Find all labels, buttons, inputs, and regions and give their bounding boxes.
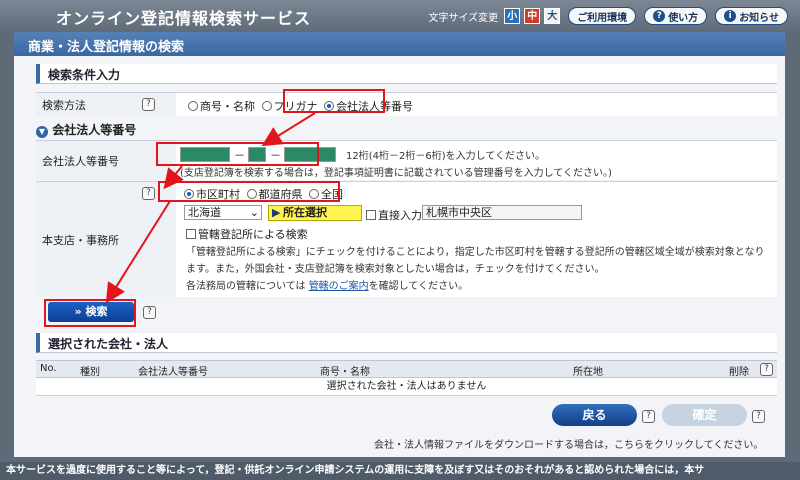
number-hint: 12桁(4桁－2桁－6桁)を入力してください。	[346, 151, 546, 162]
col-number: 会社法人等番号	[138, 367, 208, 378]
play-icon: ▶	[272, 206, 281, 219]
checkbox-icon	[186, 229, 196, 239]
page-root: オンライン登記情報検索サービス 文字サイズ変更 小 中 大 ご利用環境 ? 使い方…	[0, 0, 800, 480]
back-button[interactable]: 戻る	[552, 404, 637, 426]
direct-input-checkbox[interactable]: 直接入力	[366, 207, 422, 223]
col-name: 商号・名称	[320, 367, 370, 378]
number-row: 会社法人等番号 － － 12桁(4桁－2桁－6桁)を入力してください。 (支店登…	[36, 140, 777, 180]
highlight-search	[44, 299, 136, 327]
chevron-down-icon: ▼	[36, 126, 48, 138]
content-panel: 商業・法人登記情報の検索 検索条件入力 検索方法 ? 商号・名称 フリガナ 会社…	[14, 32, 785, 457]
font-small-button[interactable]: 小	[504, 8, 521, 24]
selected-empty: 選択された会社・法人はありません	[36, 378, 777, 396]
header: オンライン登記情報検索サービス 文字サイズ変更 小 中 大 ご利用環境 ? 使い方…	[0, 0, 800, 32]
info-icon: i	[724, 10, 737, 22]
method-radio-name[interactable]: 商号・名称	[188, 98, 255, 114]
jurisdiction-label: 管轄登記所による検索	[198, 228, 308, 241]
search-help-icon[interactable]: ?	[143, 306, 156, 319]
jurisdiction-checkbox[interactable]: 管轄登記所による検索	[186, 226, 308, 242]
selected-title: 選択された会社・法人	[36, 333, 777, 353]
office-desc-3: 各法務局の管轄については 管轄のご案内を確認してください。	[186, 277, 468, 292]
office-help-icon[interactable]: ?	[142, 187, 155, 200]
confirm-button[interactable]: 確定	[662, 404, 747, 426]
prefecture-value: 北海道	[188, 206, 221, 219]
office-label: 本支店・事務所	[36, 182, 176, 297]
howto-button[interactable]: ? 使い方	[644, 7, 708, 25]
delete-help-icon[interactable]: ?	[760, 363, 773, 376]
confirm-help-icon[interactable]: ?	[752, 410, 765, 423]
col-type: 種別	[80, 367, 100, 378]
office-desc-1: 「管轄登記所による検索」にチェックを付けることにより，指定した市区町村を管轄する…	[186, 247, 765, 258]
env-label: ご利用環境	[577, 12, 628, 24]
chevron-down-icon: ⌄	[249, 206, 259, 219]
radio-label: 商号・名称	[200, 100, 255, 113]
selected-table-header: No. 種別 会社法人等番号 商号・名称 所在地 削除 ?	[36, 360, 777, 378]
direct-label: 直接入力	[378, 209, 422, 222]
number-section-label: 会社法人等番号	[52, 123, 137, 137]
prefecture-select[interactable]: 北海道 ⌄	[184, 205, 262, 220]
download-note[interactable]: 会社・法人情報ファイルをダウンロードする場合は，こちらをクリックしてください。	[374, 436, 763, 451]
city-input[interactable]: 札幌市中央区	[422, 205, 582, 220]
office-desc-4-text: を確認してください。	[368, 281, 469, 292]
number-hint2: (支店登記簿を検索する場合は，登記事項証明書に記載されている管理番号を入力してく…	[180, 168, 612, 179]
method-label: 検索方法	[36, 93, 176, 116]
back-help-icon[interactable]: ?	[642, 410, 655, 423]
radio-icon	[188, 101, 198, 111]
number-section-title: ▼ 会社法人等番号	[36, 121, 136, 138]
radio-icon	[261, 101, 272, 111]
env-button[interactable]: ご利用環境	[568, 7, 637, 25]
method-row: 検索方法 ? 商号・名称 フリガナ 会社法人等番号	[36, 92, 777, 116]
number-label: 会社法人等番号	[36, 141, 176, 180]
header-tools: 文字サイズ変更 小 中 大 ご利用環境 ? 使い方 i お知らせ	[428, 6, 788, 26]
news-label: お知らせ	[739, 12, 779, 24]
col-delete: 削除	[729, 367, 749, 378]
app-title: オンライン登記情報検索サービス	[56, 9, 312, 28]
jurisdiction-link[interactable]: 管轄のご案内	[309, 281, 369, 292]
method-help-icon[interactable]: ?	[142, 98, 155, 111]
locate-label: 所在選択	[283, 206, 327, 219]
question-icon: ?	[653, 10, 666, 22]
news-button[interactable]: i お知らせ	[715, 7, 788, 25]
font-large-button[interactable]: 大	[544, 8, 561, 24]
highlight-region	[158, 181, 340, 202]
highlight-number	[156, 142, 319, 166]
highlight-method	[283, 89, 385, 113]
locate-button[interactable]: ▶ 所在選択	[268, 205, 362, 221]
office-desc-2: ます。また，外国会社・支店登記簿を検索対象としたい場合は，チェックを付けてくださ…	[186, 264, 605, 275]
checkbox-icon	[366, 210, 376, 220]
office-row: 本支店・事務所 ? 市区町村 都道府県 全国 北海道 ⌄ ▶ 所在選択 直接入力 札…	[36, 181, 777, 297]
footer-notice: 本サービスを過度に使用すること等によって，登記・供託オンライン申請システムの運用…	[0, 462, 800, 480]
page-title: 商業・法人登記情報の検索	[14, 32, 785, 56]
howto-label: 使い方	[668, 12, 699, 24]
office-desc-3-text: 各法務局の管轄については	[186, 281, 306, 292]
font-size-label: 文字サイズ変更	[428, 12, 499, 24]
font-medium-button[interactable]: 中	[524, 8, 541, 24]
conditions-title: 検索条件入力	[36, 64, 777, 84]
col-address: 所在地	[573, 367, 603, 378]
col-no: No.	[40, 363, 57, 374]
